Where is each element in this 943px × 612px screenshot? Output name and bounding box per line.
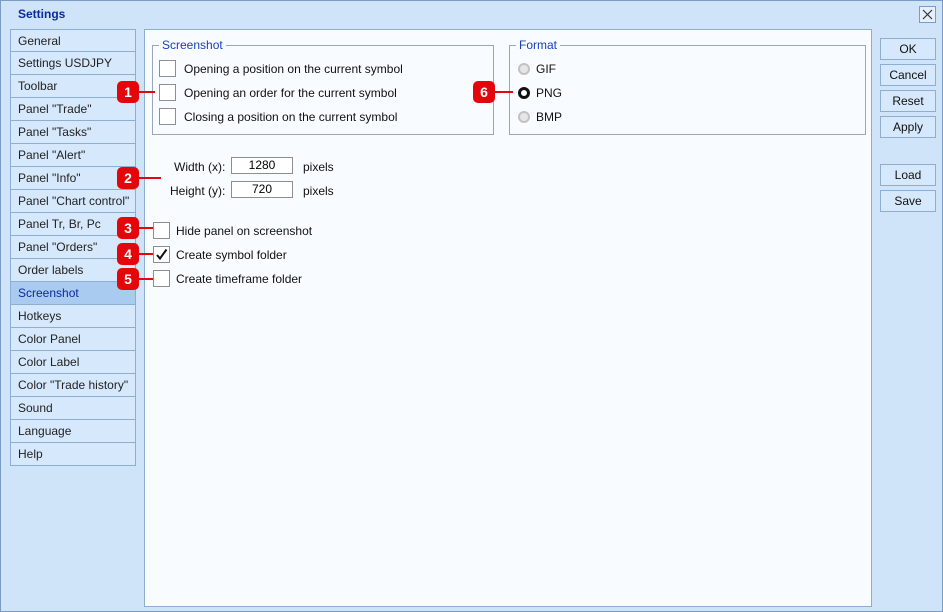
width-input[interactable]: 1280 [231, 157, 293, 174]
format-group-legend: Format [516, 38, 561, 52]
sidebar-item-sound[interactable]: Sound [10, 397, 136, 420]
callout-badge-5: 5 [117, 268, 139, 290]
screenshot-on-open-order-checkbox[interactable] [159, 84, 176, 101]
apply-button[interactable]: Apply [880, 116, 936, 138]
height-unit-label: pixels [303, 184, 334, 198]
callout-3-line [137, 227, 153, 229]
create-timeframe-folder-checkbox[interactable] [153, 270, 170, 287]
callout-badge-6: 6 [473, 81, 495, 103]
sidebar-item-language[interactable]: Language [10, 420, 136, 443]
sidebar-item-help[interactable]: Help [10, 443, 136, 466]
sidebar-item-panel-alert[interactable]: Panel "Alert" [10, 144, 136, 167]
close-button[interactable] [919, 6, 936, 23]
screenshot-group-legend: Screenshot [159, 38, 226, 52]
callout-4-line [137, 253, 153, 255]
create-symbol-folder-checkbox[interactable] [153, 246, 170, 263]
screenshot-group: Screenshot Opening a position on the cur… [152, 38, 494, 135]
hide-panel-checkbox[interactable] [153, 222, 170, 239]
callout-6-line [493, 91, 513, 93]
callout-1-line [137, 91, 155, 93]
sidebar-item-panel-chart-control[interactable]: Panel "Chart control" [10, 190, 136, 213]
settings-content-panel: Screenshot Opening a position on the cur… [144, 29, 872, 607]
sidebar-item-general[interactable]: General [10, 29, 136, 52]
create-symbol-folder-label: Create symbol folder [176, 248, 287, 262]
width-label: Width (x): [174, 160, 226, 174]
screenshot-on-open-order-label: Opening an order for the current symbol [184, 86, 397, 100]
format-gif-label: GIF [536, 62, 556, 76]
window-title: Settings [18, 7, 66, 21]
cancel-button[interactable]: Cancel [880, 64, 936, 86]
format-png-label: PNG [536, 86, 563, 100]
callout-badge-1: 1 [117, 81, 139, 103]
screenshot-on-open-position-label: Opening a position on the current symbol [184, 62, 403, 76]
save-button[interactable]: Save [880, 190, 936, 212]
width-unit-label: pixels [303, 160, 334, 174]
load-button[interactable]: Load [880, 164, 936, 186]
height-label: Height (y): [170, 184, 226, 198]
sidebar-item-color-label[interactable]: Color Label [10, 351, 136, 374]
sidebar-item-hotkeys[interactable]: Hotkeys [10, 305, 136, 328]
screenshot-on-close-position-label: Closing a position on the current symbol [184, 110, 398, 124]
callout-badge-3: 3 [117, 217, 139, 239]
settings-window: Settings General Settings USDJPY Toolbar… [0, 0, 943, 612]
screenshot-on-open-position-checkbox[interactable] [159, 60, 176, 77]
format-gif-radio[interactable] [518, 63, 530, 75]
ok-button[interactable]: OK [880, 38, 936, 60]
callout-5-line [137, 278, 153, 280]
height-input[interactable]: 720 [231, 181, 293, 198]
callout-badge-2: 2 [117, 167, 139, 189]
sidebar-item-panel-tasks[interactable]: Panel "Tasks" [10, 121, 136, 144]
callout-2-line [137, 177, 161, 179]
reset-button[interactable]: Reset [880, 90, 936, 112]
create-timeframe-folder-label: Create timeframe folder [176, 272, 303, 286]
format-group: Format GIF PNG BMP [509, 38, 866, 135]
close-icon [922, 9, 933, 20]
sidebar-item-color-panel[interactable]: Color Panel [10, 328, 136, 351]
sidebar-item-settings-symbol[interactable]: Settings USDJPY [10, 52, 136, 75]
callout-badge-4: 4 [117, 243, 139, 265]
sidebar-item-color-trade-history[interactable]: Color "Trade history" [10, 374, 136, 397]
format-png-radio[interactable] [518, 87, 530, 99]
sidebar-item-panel-trade[interactable]: Panel "Trade" [10, 98, 136, 121]
format-bmp-radio[interactable] [518, 111, 530, 123]
hide-panel-label: Hide panel on screenshot [176, 224, 313, 238]
checkmark-icon [156, 248, 168, 261]
format-bmp-label: BMP [536, 110, 563, 124]
screenshot-on-close-position-checkbox[interactable] [159, 108, 176, 125]
